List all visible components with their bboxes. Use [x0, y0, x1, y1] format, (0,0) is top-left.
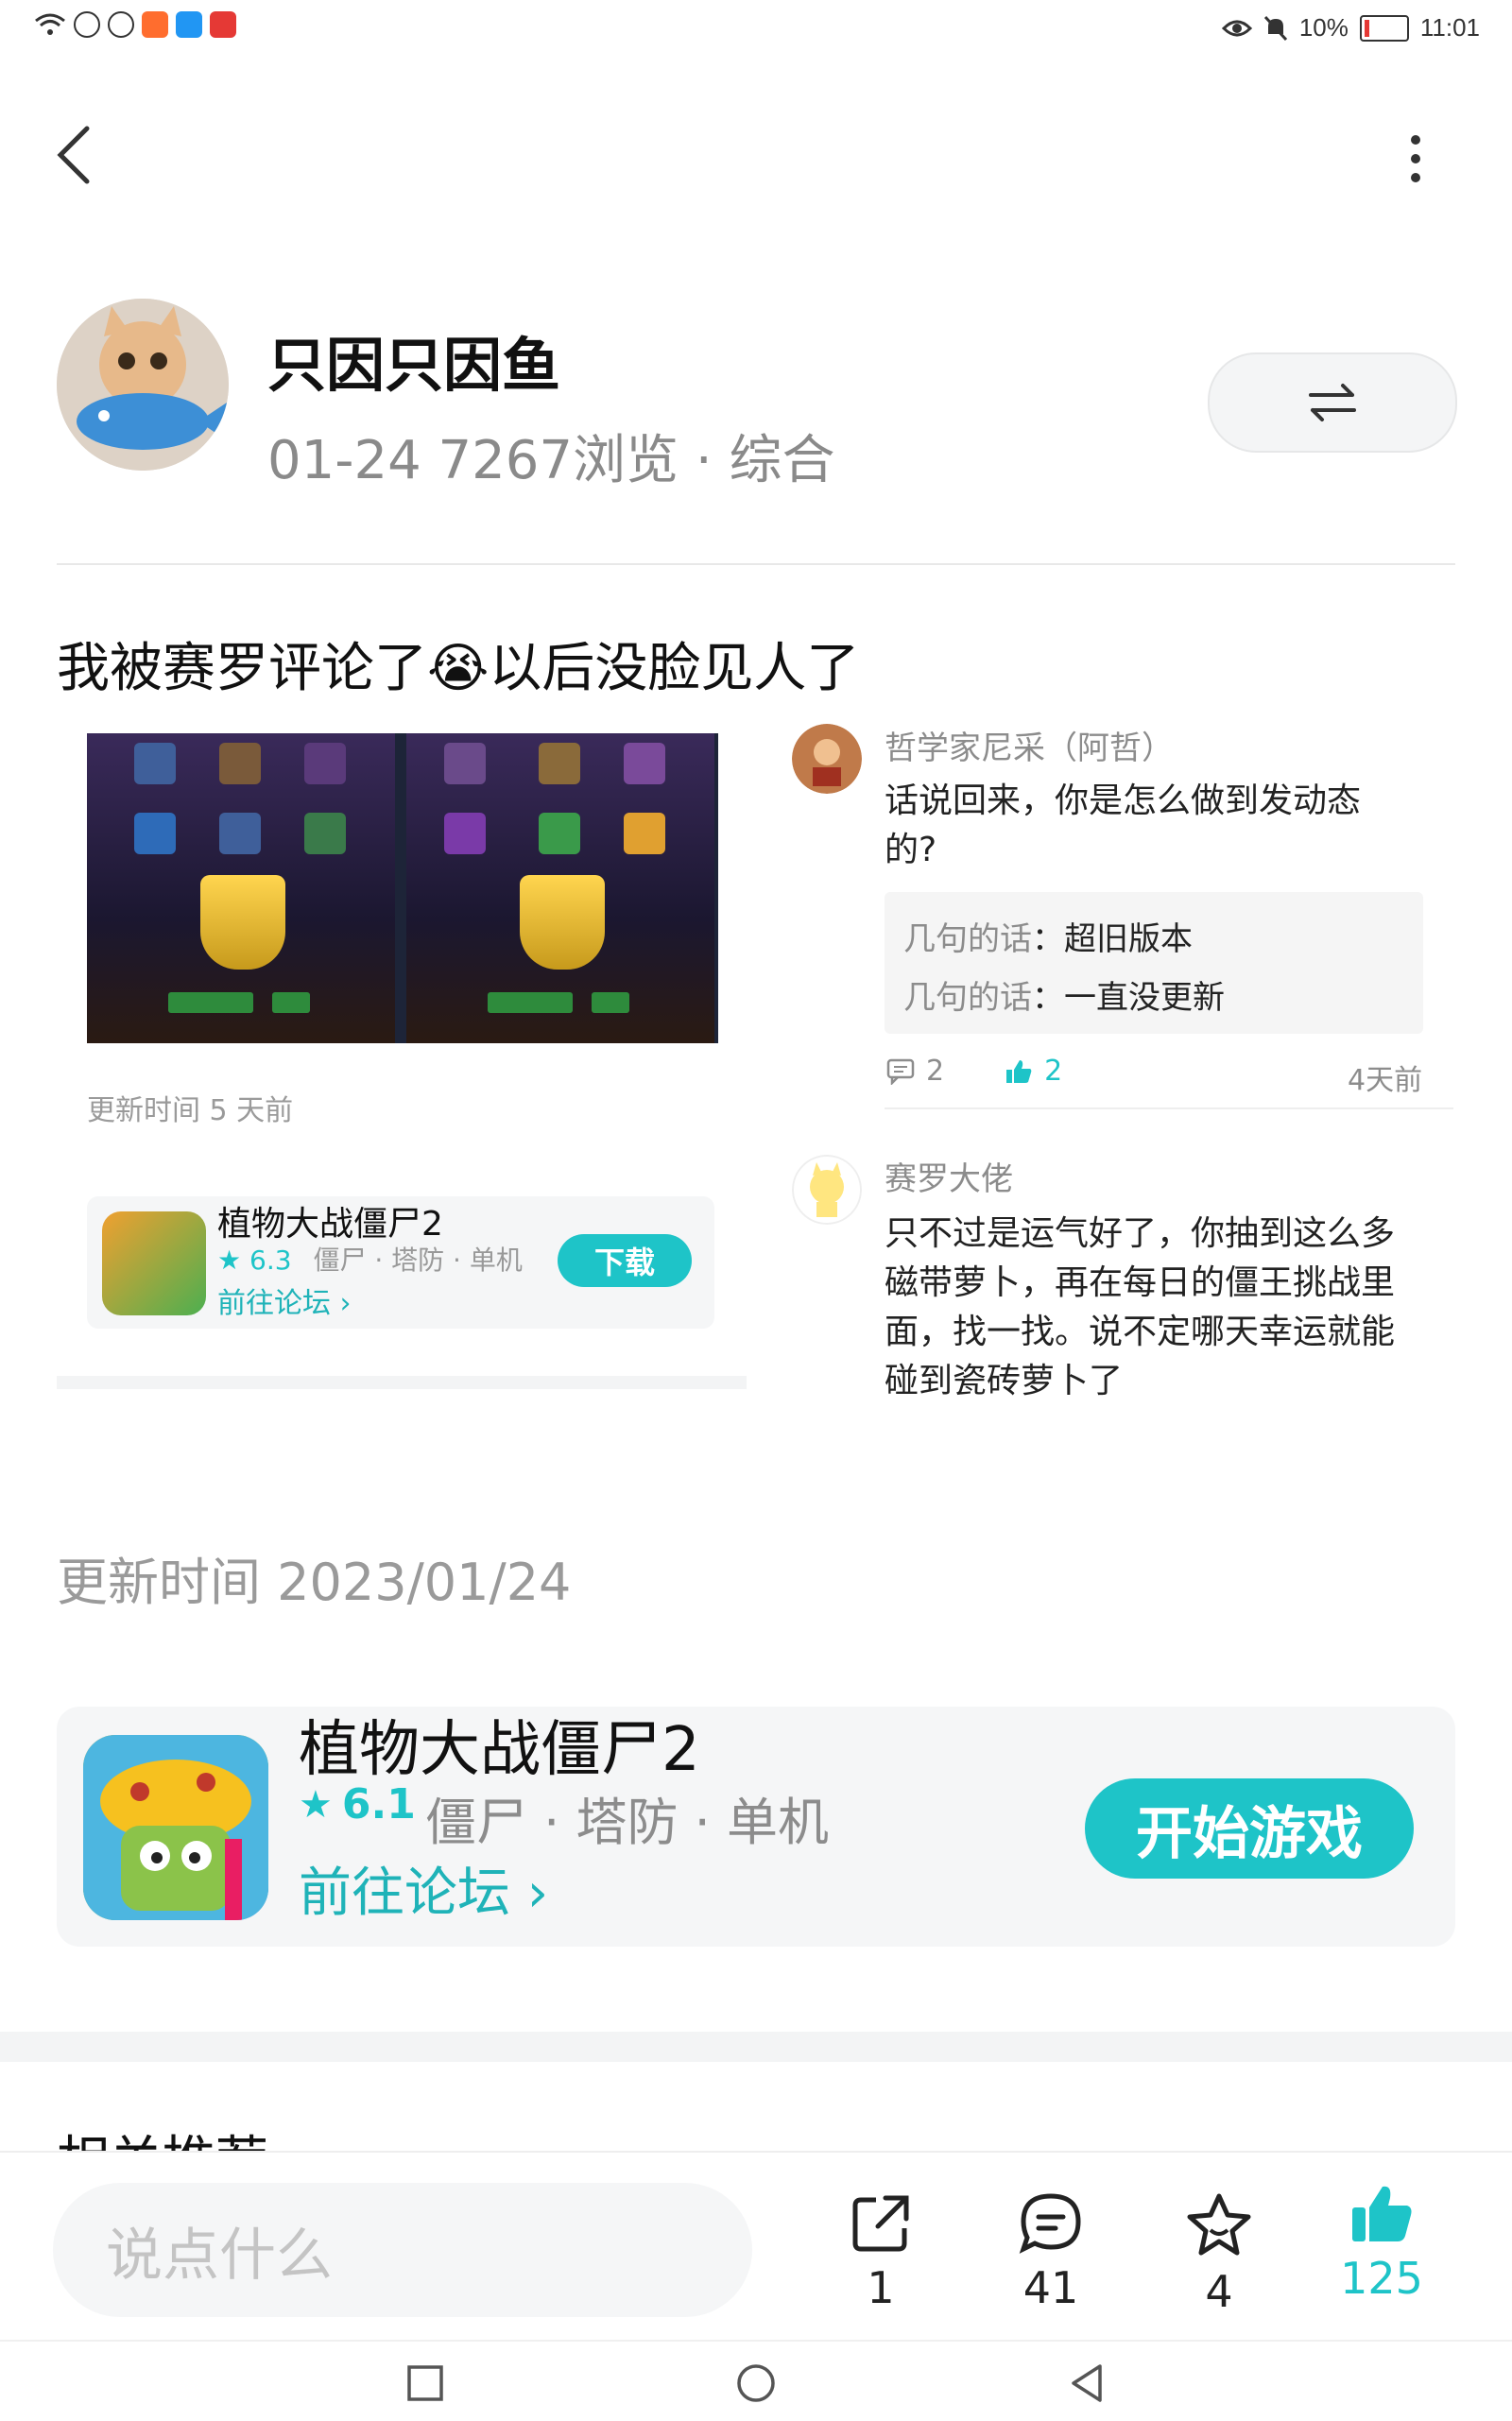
comment-text: 话说回来，你是怎么做到发动态 的? — [885, 777, 1361, 875]
star-icon: ★ — [299, 1782, 333, 1827]
game-icon — [102, 1211, 206, 1315]
wifi-icon — [35, 13, 65, 35]
thumbs-up-icon — [1352, 2186, 1412, 2241]
more-options-icon[interactable] — [1397, 130, 1435, 187]
comment-text: 只不过是运气好了，你抽到这么多 磁带萝卜，再在每日的僵王挑战里 面，找一找。说不… — [885, 1210, 1395, 1406]
embedded-game-name: 植物大战僵尸2 — [217, 1205, 443, 1244]
app-k-icon — [74, 11, 100, 38]
comment-line: 磁带萝卜，再在每日的僵王挑战里 — [885, 1263, 1396, 1302]
post-title: 我被赛罗评论了😭以后没脸见人了 — [57, 638, 860, 699]
divider — [57, 563, 1455, 565]
game-tags: 僵尸 · 塔防 · 单机 — [425, 1793, 829, 1852]
home-icon[interactable] — [735, 2362, 777, 2404]
comment-line: 只不过是运气好了，你抽到这么多 — [885, 1214, 1396, 1253]
comment-count: 41 — [1022, 2262, 1079, 2313]
reply-separator: ： — [1032, 979, 1064, 1017]
reply-item: 几句的话：超旧版本 — [903, 913, 1193, 959]
favorite-action[interactable]: 4 — [1162, 2190, 1276, 2317]
author-name[interactable]: 只因只因鱼 — [267, 318, 560, 403]
comment-stats: 2 2 — [886, 1055, 1062, 1088]
image-bottom-bar — [57, 1376, 747, 1389]
like-count: 125 — [1340, 2253, 1423, 2304]
like-action[interactable]: 125 — [1325, 2181, 1438, 2304]
comment-like-count: 2 — [1044, 1055, 1063, 1088]
system-nav-bar — [0, 2340, 1512, 2421]
star-icon: ★ — [217, 1245, 250, 1276]
thumbs-up-icon[interactable] — [1005, 1058, 1033, 1085]
app-video-icon — [142, 11, 168, 38]
embedded-forum-link[interactable]: 前往论坛 › — [217, 1279, 352, 1321]
swap-arrows-icon — [1309, 384, 1356, 421]
game-rating: ★ 6.1 — [299, 1780, 416, 1829]
app-browser-icon — [176, 11, 202, 38]
comment-author[interactable]: 哲学家尼采（阿哲） — [885, 722, 1174, 768]
favorite-count: 4 — [1205, 2266, 1233, 2317]
game-card[interactable]: 植物大战僵尸2 ★ 6.1 僵尸 · 塔防 · 单机 前往论坛 › 开始游戏 — [57, 1707, 1455, 1947]
comment-icon — [1019, 2193, 1081, 2254]
mute-bell-icon — [1263, 15, 1287, 41]
start-game-button[interactable]: 开始游戏 — [1085, 1778, 1414, 1879]
post-image[interactable] — [87, 733, 718, 1043]
reply-author: 几句的话 — [903, 979, 1032, 1017]
comment-input[interactable]: 说点什么 — [53, 2183, 752, 2317]
recent-apps-icon[interactable] — [406, 2364, 444, 2402]
app-reader-icon — [210, 11, 236, 38]
reply-icon[interactable] — [886, 1058, 915, 1085]
battery-icon — [1359, 14, 1409, 42]
share-count: 1 — [867, 2262, 895, 2313]
comment-line: 的? — [885, 831, 937, 869]
author-avatar[interactable] — [57, 299, 229, 471]
app-qq-icon — [108, 11, 134, 38]
share-icon — [852, 2195, 909, 2252]
reply-box[interactable]: 几句的话：超旧版本 几句的话：一直没更新 — [885, 892, 1423, 1034]
comment-line: 话说回来，你是怎么做到发动态 — [885, 781, 1362, 820]
eye-icon — [1221, 20, 1252, 36]
back-nav-icon[interactable] — [1068, 2362, 1106, 2404]
related-title: 相关推荐 — [57, 2119, 268, 2151]
section-divider — [0, 2032, 1512, 2062]
comment-line: 面，找一找。说不定哪天幸运就能 — [885, 1313, 1396, 1351]
share-action[interactable]: 1 — [824, 2190, 937, 2313]
game-name: 植物大战僵尸2 — [299, 1715, 700, 1785]
switch-button[interactable] — [1208, 352, 1457, 453]
image-update-time: 更新时间 5 天前 — [87, 1094, 294, 1127]
divider — [885, 1107, 1453, 1109]
game-rating-value: 6.1 — [341, 1780, 416, 1829]
embedded-game-meta: ★ 6.3 僵尸 · 塔防 · 单机 — [217, 1240, 523, 1278]
action-bar: 说点什么 1 41 4 125 — [0, 2151, 1512, 2342]
comment-author[interactable]: 赛罗大佬 — [885, 1153, 1013, 1199]
reply-separator: ： — [1032, 920, 1064, 958]
reply-count: 2 — [926, 1055, 945, 1088]
status-bar: 10% 11:01 — [0, 0, 1512, 57]
status-icons-right: 10% 11:01 — [1221, 13, 1480, 43]
update-time: 更新时间 2023/01/24 — [57, 1553, 572, 1612]
star-outline-icon — [1187, 2193, 1251, 2256]
commenter-avatar[interactable] — [792, 724, 862, 794]
embedded-game-card[interactable]: 植物大战僵尸2 ★ 6.3 僵尸 · 塔防 · 单机 前往论坛 › 下载 — [87, 1196, 714, 1329]
game-icon — [83, 1735, 268, 1920]
reply-text: 一直没更新 — [1064, 979, 1225, 1017]
status-icons-left — [34, 11, 236, 38]
embedded-game-rating: 6.3 — [249, 1245, 292, 1276]
comment-time: 4天前 — [1348, 1064, 1423, 1097]
download-button[interactable]: 下载 — [558, 1234, 692, 1287]
reply-item: 几句的话：一直没更新 — [903, 971, 1225, 1018]
reply-text: 超旧版本 — [1064, 920, 1193, 958]
back-arrow-icon[interactable] — [55, 125, 93, 185]
reply-author: 几句的话 — [903, 920, 1032, 958]
embedded-game-tags: 僵尸 · 塔防 · 单机 — [313, 1245, 523, 1276]
clock: 11:01 — [1419, 13, 1480, 42]
battery-percent: 10% — [1298, 13, 1349, 42]
commenter-avatar[interactable] — [792, 1155, 862, 1225]
comment-action[interactable]: 41 — [994, 2190, 1108, 2313]
post-meta: 01-24 7267浏览 · 综合 — [267, 430, 835, 491]
comment-line: 碰到瓷砖萝卜了 — [885, 1362, 1124, 1400]
forum-link[interactable]: 前往论坛 › — [299, 1850, 548, 1927]
